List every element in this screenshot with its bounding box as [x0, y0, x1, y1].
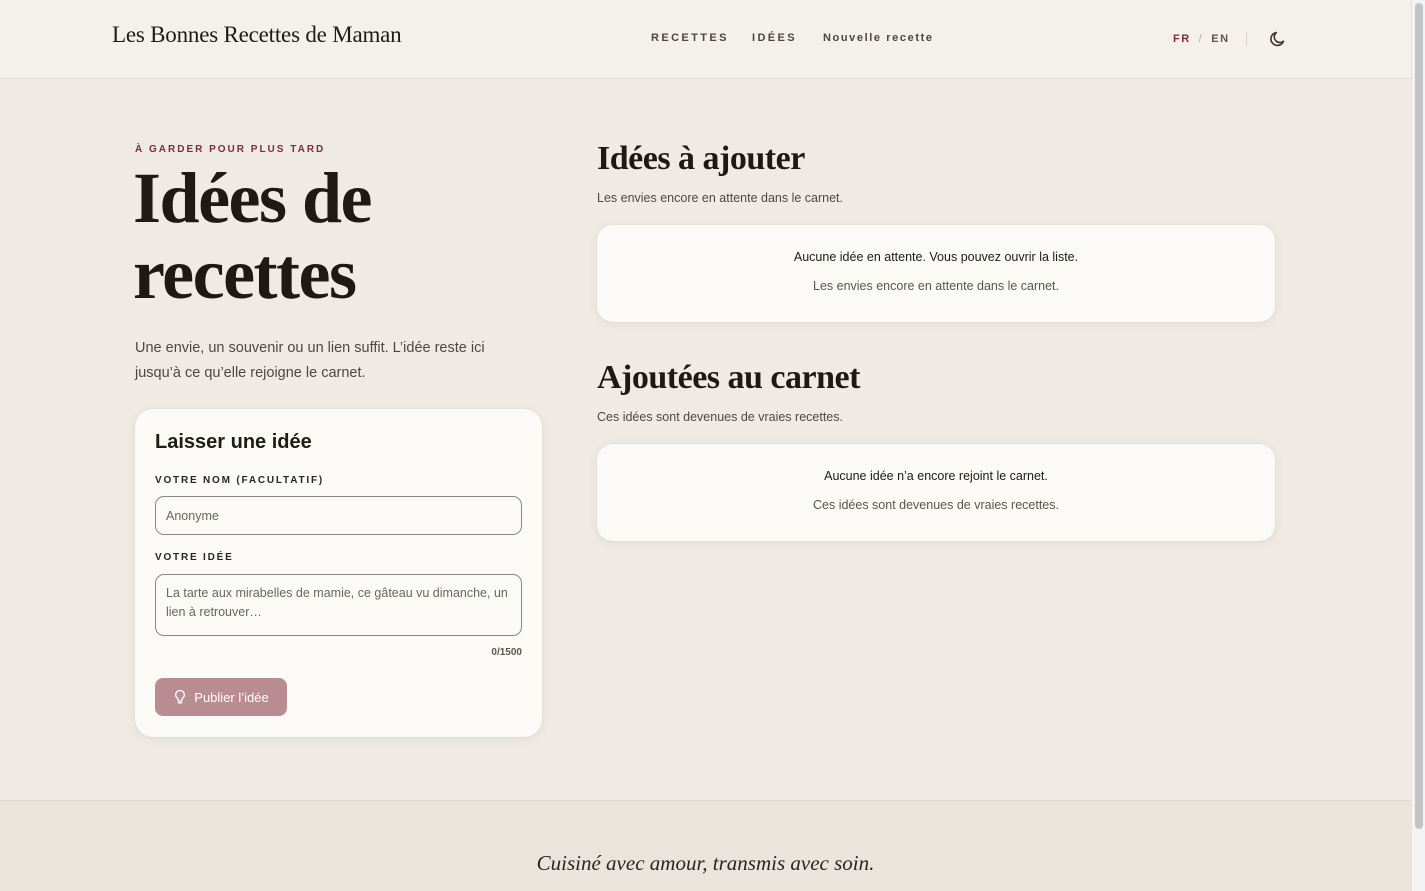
footer-tagline: Cuisiné avec amour, transmis avec soin. — [536, 851, 875, 875]
scrollbar-thumb[interactable] — [1415, 3, 1423, 829]
added-subtitle: Ces idées sont devenues de vraies recett… — [597, 410, 843, 424]
pending-empty-card: Aucune idée en attente. Vous pouvez ouvr… — [597, 225, 1275, 322]
divider — [1245, 32, 1247, 46]
lang-en[interactable]: EN — [1211, 33, 1229, 45]
nav-recipes[interactable]: RECETTES — [651, 32, 729, 44]
language-switcher: FR / EN — [1173, 32, 1247, 46]
name-input[interactable] — [155, 496, 522, 535]
pending-empty-title: Aucune idée en attente. Vous pouvez ouvr… — [793, 250, 1079, 264]
section-eyebrow: À GARDER POUR PLUS TARD — [135, 144, 326, 155]
publish-button-label: Publier l’idée — [194, 689, 269, 705]
form-title: Laisser une idée — [155, 431, 312, 453]
nav-new-recipe[interactable]: Nouvelle recette — [823, 32, 934, 44]
top-bar: Les Bonnes Recettes de Maman RECETTES ID… — [0, 0, 1411, 79]
idea-label: VOTRE IDÉE — [155, 552, 234, 563]
added-title: Ajoutées au carnet — [597, 359, 860, 396]
idea-form: Laisser une idée VOTRE NOM (FACULTATIF) … — [135, 409, 542, 737]
site-brand[interactable]: Les Bonnes Recettes de Maman — [112, 22, 402, 48]
pending-title: Idées à ajouter — [597, 140, 805, 177]
lang-fr[interactable]: FR — [1173, 33, 1191, 45]
page-title: Idées de recettes — [133, 158, 373, 314]
footer: Cuisiné avec amour, transmis avec soin. — [0, 800, 1411, 891]
added-empty-title: Aucune idée n’a encore rejoint le carnet… — [824, 469, 1048, 483]
theme-toggle-button[interactable] — [1268, 29, 1288, 49]
name-label: VOTRE NOM (FACULTATIF) — [155, 475, 325, 486]
nav-ideas[interactable]: IDÉES — [752, 32, 797, 44]
vertical-scrollbar[interactable] — [1411, 0, 1425, 891]
added-empty-subtitle: Ces idées sont devenues de vraies recett… — [813, 498, 1059, 512]
lightbulb-icon — [175, 689, 186, 704]
page-subtitle: Une envie, un souvenir ou un lien suffit… — [135, 340, 485, 381]
moon-icon — [1270, 31, 1285, 47]
character-counter: 0/1500 — [491, 647, 522, 658]
pending-empty-subtitle: Les envies encore en attente dans le car… — [813, 279, 1059, 293]
added-empty-card: Aucune idée n’a encore rejoint le carnet… — [597, 444, 1275, 541]
idea-textarea[interactable] — [155, 574, 522, 636]
lang-separator: / — [1198, 33, 1204, 45]
publish-button[interactable]: Publier l’idée — [155, 678, 287, 716]
pending-subtitle: Les envies encore en attente dans le car… — [597, 191, 843, 205]
